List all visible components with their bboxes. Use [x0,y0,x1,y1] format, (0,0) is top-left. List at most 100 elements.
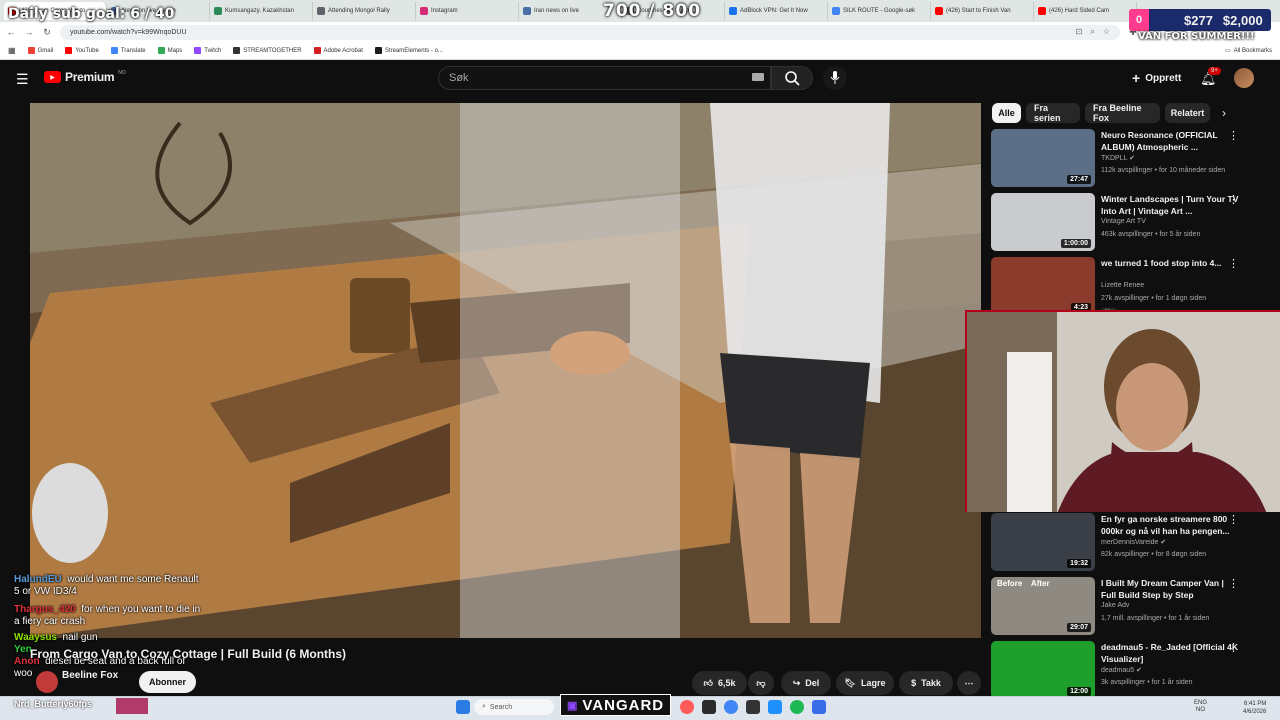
twitch-icon: ▣ [567,699,579,712]
browser-tab[interactable]: (426) Hard Sided Cam [1034,2,1137,20]
chip-all[interactable]: Alle [992,103,1021,123]
browser-tab[interactable]: (426) Start to Finish Van [931,2,1034,20]
browser-tab[interactable]: AdBlock VPN: Get It Now [725,2,828,20]
keyboard-icon[interactable] [752,73,764,81]
recommendation-channel[interactable]: Lizette Renee [1101,282,1144,289]
recommendation-channel[interactable]: TKDPLL ✔︎ [1101,154,1135,162]
bookmark-item[interactable]: Maps [157,47,183,54]
chip-from-series[interactable]: Fra serien [1026,103,1080,123]
video-thumbnail[interactable]: 12:00 [991,641,1095,699]
channel-name-text: Jake Adv [1101,602,1130,609]
notification-count: 9+ [1208,67,1221,75]
avatar[interactable] [1234,68,1254,88]
recommendation-title[interactable]: we turned 1 food stop into 4... [1101,257,1241,269]
recommendation-title[interactable]: Winter Landscapes | Turn Your TV Into Ar… [1101,193,1241,217]
app-icon[interactable] [812,700,826,714]
bookmark-item[interactable]: YouTube [65,47,99,54]
address-bar[interactable]: youtube.com/watch?v=k99WnqoDUU ⊡ ⌕ ☆ [60,24,1120,40]
recommendation-title[interactable]: I Built My Dream Camper Van | Full Build… [1101,577,1241,601]
recommendation-channel[interactable]: Jake Adv [1101,602,1129,609]
kebab-menu-icon[interactable]: ⋮ [1228,129,1239,142]
thanks-button[interactable]: $ Takk [899,671,953,695]
tab-favicon-icon [214,7,222,15]
spotify-icon[interactable] [790,700,804,714]
video-thumbnail[interactable]: 4:23 [991,257,1095,315]
share-button[interactable]: ↪ Del [781,671,831,695]
recommendation-item[interactable]: 4:23 we turned 1 food stop into 4... Lizet… [991,257,1261,316]
kebab-menu-icon[interactable]: ⋮ [1228,257,1239,270]
app-icon[interactable] [680,700,694,714]
search-button[interactable] [771,66,813,90]
apps-grid-icon[interactable]: ▦ [8,46,16,55]
video-player[interactable] [30,103,981,638]
chrome-icon[interactable] [724,700,738,714]
kebab-menu-icon[interactable]: ⋮ [1228,193,1239,206]
tab-favicon-icon [420,7,428,15]
subscribe-button[interactable]: Abonner [139,671,196,693]
app-icon[interactable] [768,700,782,714]
bookmark-item[interactable]: Gmail [27,47,53,54]
reload-icon[interactable]: ↻ [42,27,52,38]
kebab-menu-icon[interactable]: ⋮ [1228,513,1239,526]
all-bookmarks-button[interactable]: ▭ All Bookmarks [1225,47,1272,55]
bookmark-item[interactable]: StreamElements - o... [374,47,443,54]
recommendation-item[interactable]: 27:47 Neuro Resonance (OFFICIAL ALBUM) At… [991,129,1261,187]
search-input[interactable]: Søk [438,66,771,90]
vangard-label: VANGARD [582,696,665,714]
bookmark-star-icon[interactable]: ☆ [1103,27,1110,37]
channel-name[interactable]: Beeline Fox [62,670,118,681]
dislike-button[interactable]: 👎︎ [748,671,774,695]
recommendation-item[interactable]: 1:00:00 Winter Landscapes | Turn Your TV … [991,193,1261,251]
hamburger-menu-icon[interactable]: ☰ [16,71,29,88]
create-button[interactable]: + Opprett [1132,70,1181,86]
chip-related[interactable]: Relatert [1165,103,1210,123]
taskbar-search[interactable]: ⌕ Search [474,699,554,715]
channel-avatar[interactable] [36,671,58,693]
chevron-right-icon[interactable]: › [1222,106,1226,120]
voice-search-button[interactable] [823,66,847,90]
language-indicator[interactable]: ENG NO [1194,700,1207,714]
recommendation-title[interactable]: Neuro Resonance (OFFICIAL ALBUM) Atmosph… [1101,129,1241,153]
video-thumbnail[interactable]: 19:32 [991,513,1095,571]
more-actions-button[interactable]: ⋯ [957,671,981,695]
bookmark-item[interactable]: Twitch [194,47,221,54]
browser-tab[interactable]: Attending Mongol Rally [313,2,416,20]
video-thumbnail[interactable]: Before After 29:07 [991,577,1095,635]
browser-tab[interactable]: Instagram [416,2,519,20]
kebab-menu-icon[interactable]: ⋮ [1228,577,1239,590]
like-button[interactable]: 👍︎ 6,5k [692,671,747,695]
windows-start-icon[interactable] [456,700,470,714]
chat-username: Thargus_420 [14,604,76,615]
back-icon[interactable]: ← [6,27,16,37]
browser-tab[interactable]: SILK ROUTE - Google-søk [828,2,931,20]
recommendation-channel[interactable]: merDennisVareide ✔︎ [1101,538,1166,546]
chip-from-channel[interactable]: Fra Beeline Fox [1085,103,1160,123]
recommendation-item[interactable]: 12:00 deadmau5 - Re_Jaded [Official 4K Vi… [991,641,1261,699]
forward-icon[interactable]: → [24,27,34,37]
bookmark-favicon-icon [374,47,382,54]
bookmark-item[interactable]: Translate [110,47,146,54]
recommendation-title[interactable]: En fyr ga norske streamere 800 000kr og … [1101,513,1241,537]
bookmark-label: Maps [167,47,183,54]
channel-name-text: merDennisVareide [1101,539,1159,546]
app-icon[interactable] [746,700,760,714]
recommendation-item[interactable]: Before After 29:07 I Built My Dream Camper… [991,577,1261,635]
chat-username: Waaysus [14,632,57,643]
video-thumbnail[interactable]: 27:47 [991,129,1095,187]
bookmark-item[interactable]: Adobe Acrobat [313,47,363,54]
browser-tab[interactable]: Kumsangazy, Kazakhstan [210,2,313,20]
recommendation-channel[interactable]: Vintage Art TV [1101,218,1146,225]
recommendation-title[interactable]: deadmau5 - Re_Jaded [Official 4K Visuali… [1101,641,1241,665]
install-icon[interactable]: ⊡ [1076,27,1083,37]
recommendation-item[interactable]: 19:32 En fyr ga norske streamere 800 000k… [991,513,1261,571]
kebab-menu-icon[interactable]: ⋮ [1228,641,1239,654]
recommendation-channel[interactable]: deadmau5 ✔︎ [1101,666,1142,674]
clock[interactable]: 6:41 PM 4/6/2026 [1243,700,1266,716]
save-button[interactable]: 🔖︎ Lagre [836,671,894,695]
zoom-icon[interactable]: ⌕ [1090,27,1094,37]
video-thumbnail[interactable]: 1:00:00 [991,193,1095,251]
app-icon[interactable] [702,700,716,714]
bookmark-label: YouTube [75,47,99,54]
bookmark-item[interactable]: STREAMTOGETHER [233,47,302,54]
youtube-logo[interactable]: ▶ Premium NO [44,70,126,84]
